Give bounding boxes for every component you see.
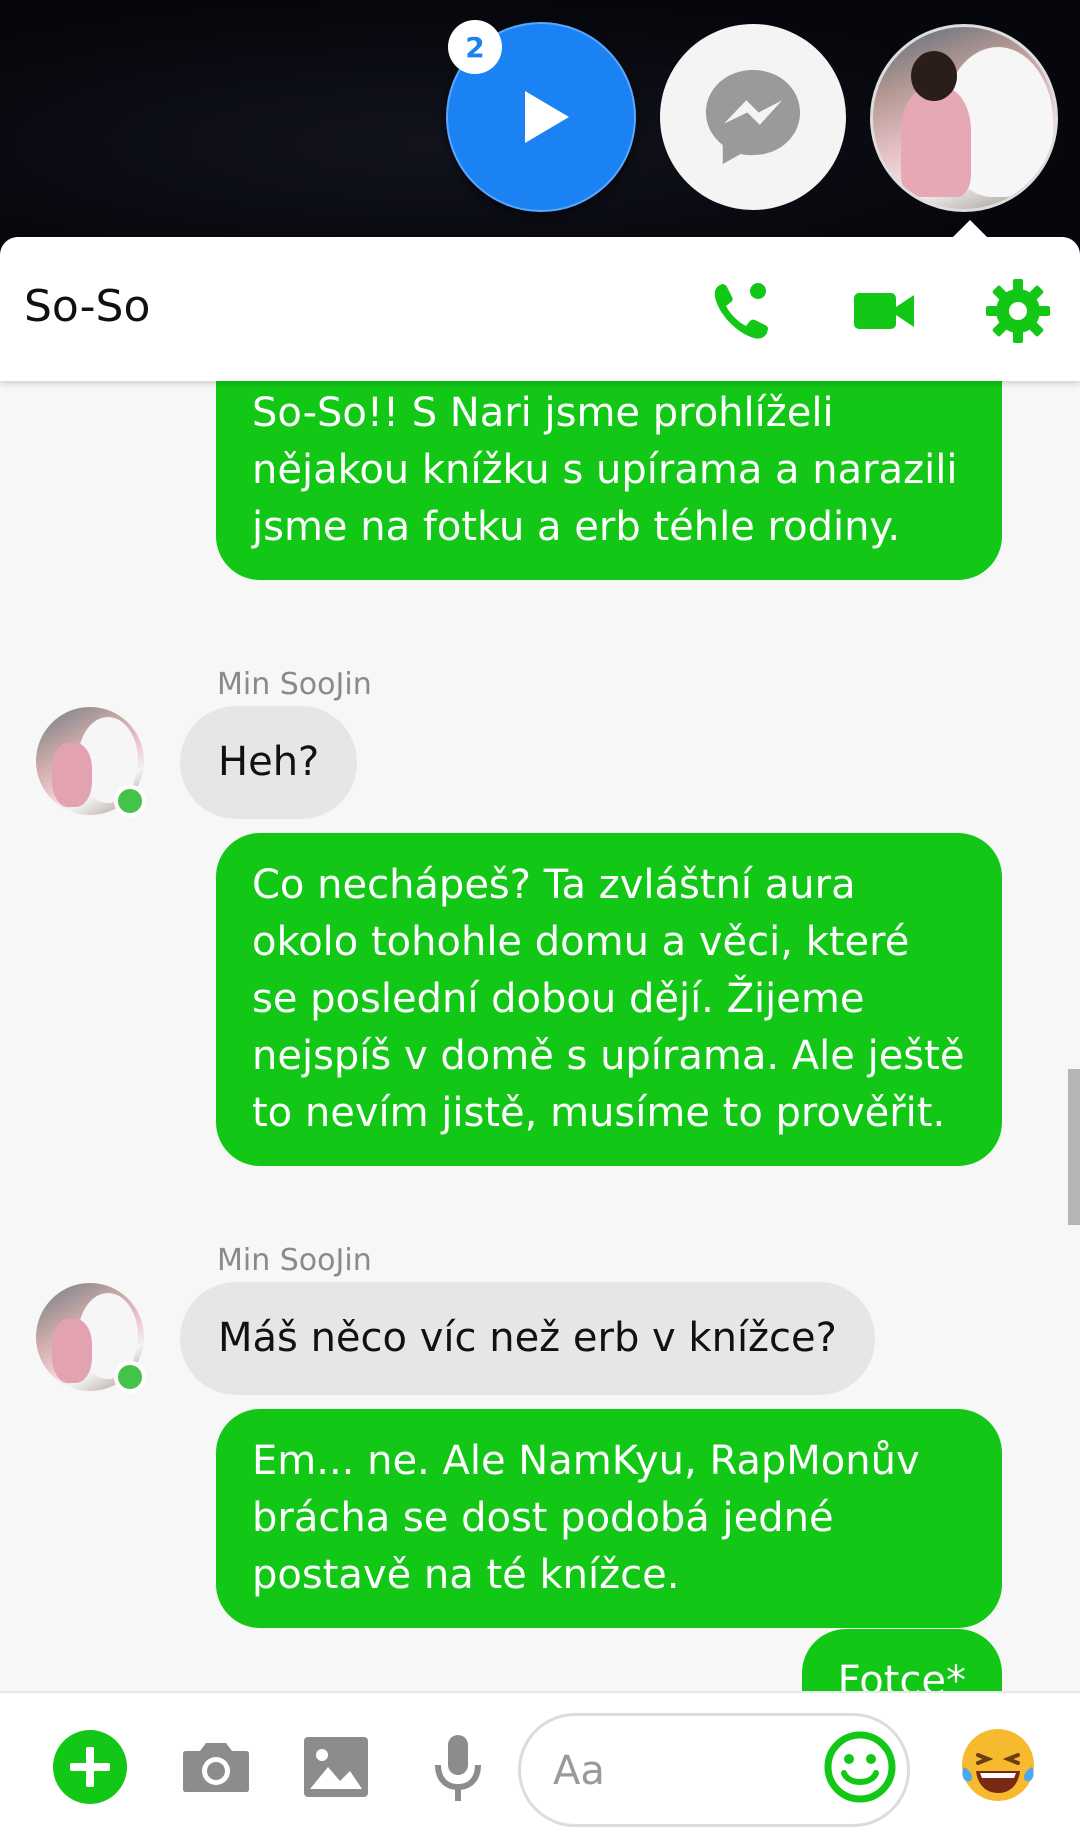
messenger-chat-head[interactable] <box>660 24 846 210</box>
voice-call-button[interactable] <box>706 275 778 347</box>
gallery-button[interactable] <box>298 1729 374 1805</box>
settings-button[interactable] <box>982 275 1054 347</box>
active-head-pointer <box>952 220 988 238</box>
contact-name: So-So <box>24 281 151 332</box>
emoji-button[interactable] <box>822 1729 898 1805</box>
online-status-dot <box>114 1361 146 1393</box>
smiley-icon <box>824 1731 896 1803</box>
play-icon <box>525 91 569 143</box>
image-icon <box>304 1737 368 1797</box>
incoming-message[interactable]: Heh? <box>180 706 358 819</box>
camera-button[interactable] <box>178 1729 254 1805</box>
phone-icon <box>714 283 768 339</box>
incoming-message[interactable]: Máš něco víc než erb v knížce? <box>180 1282 875 1395</box>
camera-icon <box>183 1743 249 1792</box>
message-list[interactable]: So-So!! S Nari jsme prohlíželi nějakou k… <box>0 361 1080 1847</box>
sender-name: Min SooJin <box>217 1243 372 1278</box>
video-call-button[interactable] <box>848 275 920 347</box>
video-camera-icon <box>854 293 914 329</box>
avatar[interactable] <box>36 707 146 817</box>
message-composer: Aa <box>0 1691 1080 1847</box>
quick-reaction-button[interactable] <box>958 1725 1038 1805</box>
outgoing-message[interactable]: Co nechápeš? Ta zvláštní aura okolo toho… <box>216 833 1002 1166</box>
laughing-emoji-icon <box>962 1729 1034 1801</box>
chat-panel: So-So So-So!! S Nari jsme prohlíželi něj… <box>0 237 1080 1847</box>
sender-name: Min SooJin <box>217 667 372 702</box>
voice-message-button[interactable] <box>420 1729 496 1805</box>
contact-chat-head[interactable] <box>870 24 1058 212</box>
unread-badge: 2 <box>448 20 502 74</box>
avatar[interactable] <box>36 1283 146 1393</box>
chat-heads-bar: 2 <box>0 0 1080 240</box>
online-status-dot <box>114 785 146 817</box>
scrollbar[interactable] <box>1068 1069 1080 1225</box>
outgoing-message[interactable]: So-So!! S Nari jsme prohlíželi nějakou k… <box>216 361 1002 580</box>
messenger-icon <box>705 69 801 165</box>
plus-icon <box>53 1730 127 1804</box>
gear-icon <box>986 279 1050 343</box>
outgoing-message[interactable]: Em... ne. Ale NamKyu, RapMonův brácha se… <box>216 1409 1002 1628</box>
microphone-icon <box>435 1735 481 1801</box>
chat-header: So-So <box>0 237 1080 381</box>
add-button[interactable] <box>52 1729 128 1805</box>
message-input-placeholder: Aa <box>553 1748 605 1794</box>
